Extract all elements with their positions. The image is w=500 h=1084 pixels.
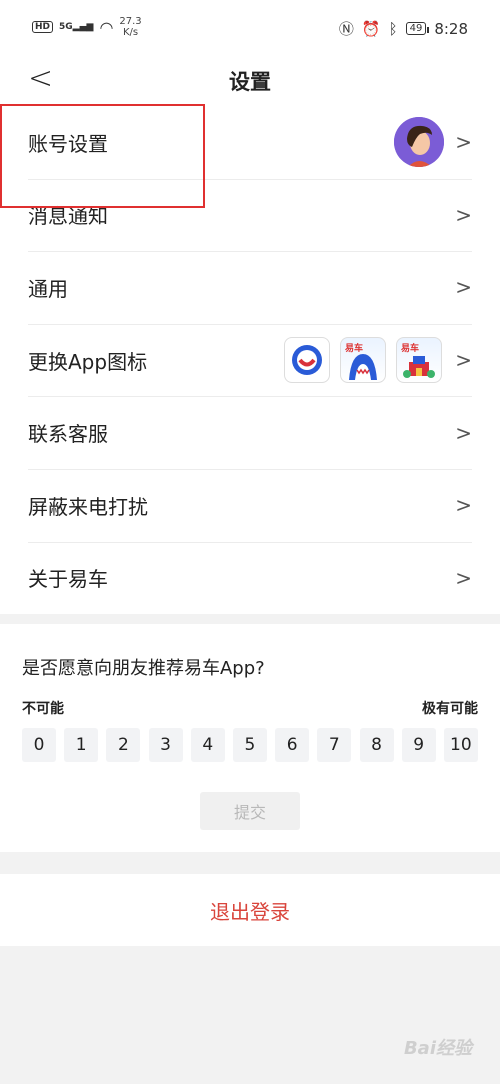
network-speed: 27.3 K/s <box>119 16 142 38</box>
chevron-right-icon: > <box>455 275 472 300</box>
alarm-icon: ⏰ <box>361 19 381 38</box>
recommend-survey: 是否愿意向朋友推荐易车App? 不可能 极有可能 0 1 2 3 4 5 6 7… <box>0 624 500 852</box>
yiche-logo-icon <box>292 345 322 376</box>
app-icon-option-shark[interactable]: 易车 <box>340 337 386 384</box>
survey-high-label: 极有可能 <box>422 701 478 717</box>
menu-item-label: 关于易车 <box>28 567 108 592</box>
score-option-3[interactable]: 3 <box>148 728 183 762</box>
score-option-9[interactable]: 9 <box>401 728 436 762</box>
wifi-icon: ◠ <box>99 17 114 37</box>
highlight-box <box>0 104 205 208</box>
score-option-5[interactable]: 5 <box>232 728 267 762</box>
nav-bar: < 设置 <box>0 56 500 106</box>
score-option-6[interactable]: 6 <box>275 728 310 762</box>
nfc-icon: Ⓝ <box>338 20 354 38</box>
survey-question: 是否愿意向朋友推荐易车App? <box>22 658 265 679</box>
menu-item-customer-service[interactable]: 联系客服 > <box>0 396 500 469</box>
watermark: Bai经验 <box>403 1038 472 1059</box>
chevron-right-icon: > <box>455 420 472 445</box>
status-bar: HD 5G▂▄▆ ◠ 27.3 K/s Ⓝ ⏰ ᛒ 49 8:28 <box>0 0 500 56</box>
app-icon-tag: 易车 <box>401 344 420 355</box>
battery-icon: 49 <box>405 22 430 35</box>
menu-item-label: 通用 <box>28 276 68 301</box>
score-option-2[interactable]: 2 <box>106 728 141 762</box>
submit-button[interactable]: 提交 <box>200 792 300 830</box>
clock: 8:28 <box>434 19 468 38</box>
bluetooth-icon: ᛒ <box>388 19 398 38</box>
score-option-7[interactable]: 7 <box>317 728 352 762</box>
survey-low-label: 不可能 <box>22 701 64 717</box>
app-icon-option-default[interactable] <box>284 337 330 384</box>
menu-item-about[interactable]: 关于易车 > <box>0 541 500 615</box>
menu-item-label: 更换App图标 <box>28 349 148 374</box>
score-option-1[interactable]: 1 <box>64 728 99 762</box>
score-option-0[interactable]: 0 <box>22 728 56 762</box>
menu-item-label: 联系客服 <box>28 422 108 447</box>
score-option-4[interactable]: 4 <box>190 728 225 762</box>
chevron-right-icon: > <box>455 493 472 518</box>
app-icon-option-castle[interactable]: 易车 <box>396 337 442 384</box>
chevron-right-icon: > <box>455 130 472 155</box>
menu-item-label: 屏蔽来电打扰 <box>28 494 148 519</box>
hd-icon: HD <box>32 21 54 33</box>
menu-item-general[interactable]: 通用 > <box>0 251 500 324</box>
menu-item-block-calls[interactable]: 屏蔽来电打扰 > <box>0 468 500 542</box>
avatar-illustration <box>394 117 444 168</box>
signal-icon: 5G▂▄▆ <box>59 22 94 32</box>
score-option-8[interactable]: 8 <box>359 728 394 762</box>
logout-button[interactable]: 退出登录 <box>0 874 500 946</box>
chevron-right-icon: > <box>455 202 472 227</box>
app-icon-tag: 易车 <box>345 344 364 355</box>
score-option-10[interactable]: 10 <box>443 728 478 762</box>
page-title: 设置 <box>229 70 271 94</box>
chevron-right-icon: > <box>455 348 472 373</box>
avatar[interactable] <box>394 117 444 168</box>
menu-item-app-icon[interactable]: 更换App图标 易车 易车 > <box>0 323 500 397</box>
app-icon-options: 易车 易车 <box>284 337 442 384</box>
score-options: 0 1 2 3 4 5 6 7 8 9 10 <box>22 728 478 762</box>
chevron-right-icon: > <box>455 565 472 590</box>
